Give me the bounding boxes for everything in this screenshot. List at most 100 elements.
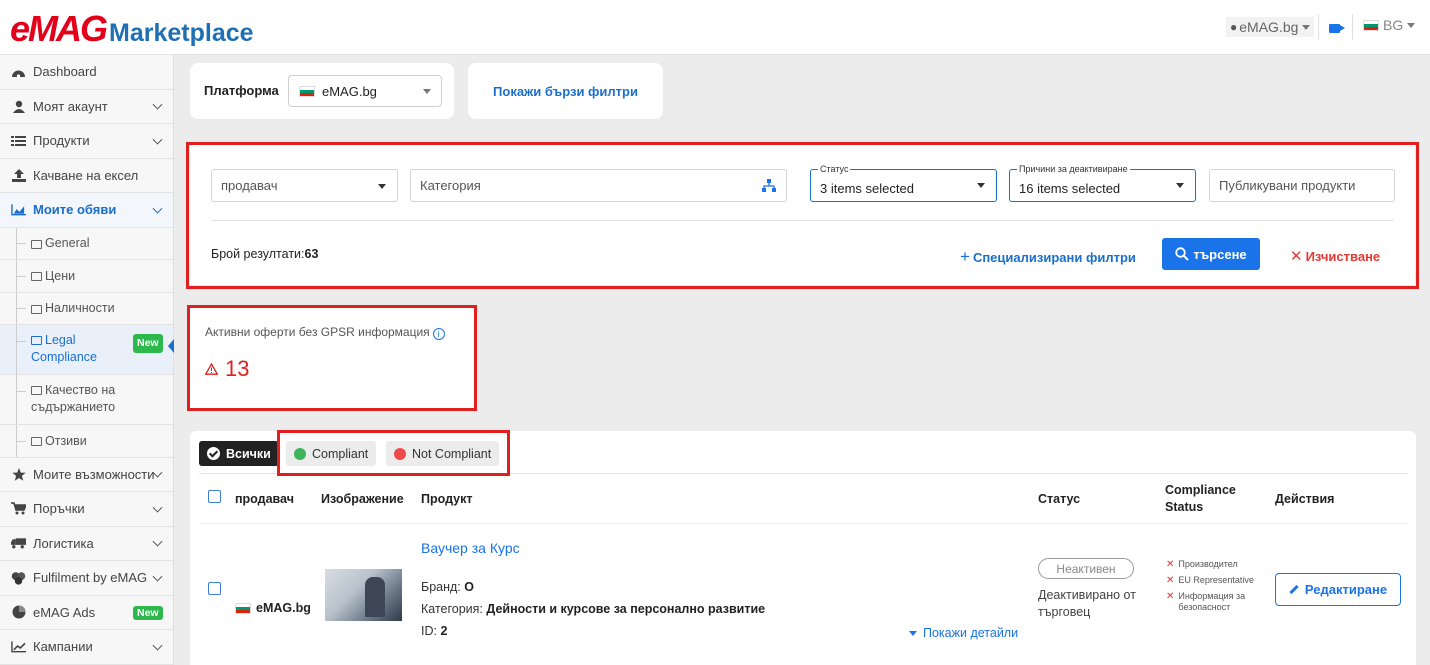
edit-button[interactable]: Редактиране bbox=[1275, 573, 1401, 606]
compliance-issue: ✕ Информация за безопасност bbox=[1166, 591, 1266, 613]
area-chart-icon bbox=[11, 203, 26, 216]
cart-icon bbox=[11, 502, 26, 515]
sidebar-item-my-account[interactable]: Моят акаунт bbox=[0, 89, 173, 124]
folder-icon bbox=[31, 386, 42, 395]
quick-filters-button[interactable]: Покажи бързи филтри bbox=[468, 63, 663, 119]
sidebar: Dashboard Моят акаунт Продукти Качване н… bbox=[0, 55, 174, 665]
product-id: ID: 2 bbox=[421, 624, 447, 638]
pencil-icon bbox=[1289, 584, 1299, 595]
column-header-vendor[interactable]: продавач bbox=[235, 492, 294, 506]
product-thumbnail[interactable] bbox=[325, 569, 402, 621]
caret-down-icon bbox=[1407, 22, 1416, 28]
highlight-frame bbox=[187, 305, 477, 411]
platform-label: Платформа bbox=[204, 83, 279, 98]
compliance-issue-label: Производител bbox=[1178, 559, 1238, 569]
boxes-icon bbox=[11, 571, 26, 585]
status-badge: Неактивен bbox=[1038, 558, 1134, 579]
select-all-checkbox[interactable] bbox=[208, 490, 221, 503]
sidebar-subitem-general[interactable]: General bbox=[0, 227, 173, 260]
logo-main: eMAG bbox=[10, 8, 108, 49]
product-brand-label: Бранд: bbox=[421, 580, 461, 594]
emag-marketplace-logo[interactable]: eMAG Marketplace bbox=[10, 8, 254, 50]
column-header-product[interactable]: Продукт bbox=[421, 492, 473, 506]
sidebar-subitem-label: Качество на съдържанието bbox=[31, 383, 116, 414]
logo-sub: Marketplace bbox=[109, 19, 254, 47]
edit-button-label: Редактиране bbox=[1304, 582, 1388, 597]
chevron-down-icon bbox=[152, 536, 163, 547]
product-category: Категория: Дейности и курсове за персона… bbox=[421, 602, 765, 616]
sidebar-subitem-content-quality[interactable]: Качество на съдържанието bbox=[0, 375, 173, 425]
compliance-issue: ✕ EU Representative bbox=[1166, 575, 1266, 586]
sidebar-item-my-listings[interactable]: Моите обяви bbox=[0, 193, 173, 228]
column-header-status[interactable]: Статус bbox=[1038, 492, 1080, 506]
sidebar-subitem-prices[interactable]: Цени bbox=[0, 260, 173, 293]
sidebar-subitem-reviews[interactable]: Отзиви bbox=[0, 425, 173, 458]
product-category-value: Дейности и курсове за персонално развити… bbox=[486, 602, 766, 616]
chevron-down-icon bbox=[152, 640, 163, 651]
close-icon: ✕ bbox=[1166, 575, 1175, 586]
show-details-link[interactable]: Покажи детайли bbox=[909, 626, 1018, 640]
sidebar-item-emag-ads[interactable]: eMAG Ads New bbox=[0, 595, 173, 630]
column-header-image: Изображение bbox=[321, 492, 404, 506]
bulgaria-flag-icon bbox=[1363, 19, 1379, 31]
sidebar-item-dashboard[interactable]: Dashboard bbox=[0, 55, 173, 90]
sidebar-item-my-opportunities[interactable]: Моите възможности bbox=[0, 457, 173, 492]
bulgaria-flag-icon bbox=[235, 602, 251, 614]
sidebar-item-label: Моят акаунт bbox=[33, 98, 108, 114]
caret-down-icon bbox=[1302, 24, 1311, 30]
selected-indicator bbox=[168, 339, 174, 353]
divider bbox=[199, 523, 1408, 524]
row-checkbox[interactable] bbox=[208, 582, 221, 595]
column-header-actions: Действия bbox=[1275, 492, 1335, 506]
new-badge: New bbox=[133, 605, 163, 620]
list-icon bbox=[11, 134, 26, 147]
site-selector[interactable]: ● eMAG.bg bbox=[1226, 17, 1315, 37]
product-brand-value: O bbox=[464, 580, 474, 594]
platform-select-value: eMAG.bg bbox=[322, 83, 377, 99]
close-icon: ✕ bbox=[1166, 591, 1175, 602]
chevron-down-icon bbox=[152, 502, 163, 513]
folder-icon bbox=[31, 437, 42, 447]
bulgaria-flag-icon bbox=[299, 85, 315, 97]
language-selector[interactable]: BG bbox=[1363, 17, 1416, 33]
sidebar-item-fulfilment[interactable]: Fulfilment by eMAG bbox=[0, 561, 173, 596]
sidebar-item-campaigns[interactable]: Кампании bbox=[0, 630, 173, 665]
folder-icon bbox=[31, 304, 42, 314]
column-header-line: Compliance bbox=[1165, 483, 1236, 497]
line-chart-icon bbox=[11, 640, 26, 653]
product-title-link[interactable]: Ваучер за Курс bbox=[421, 540, 520, 556]
sidebar-subitem-label: Наличности bbox=[45, 301, 115, 316]
close-icon: ✕ bbox=[1166, 559, 1175, 570]
new-badge: New bbox=[133, 334, 163, 353]
sidebar-item-orders[interactable]: Поръчки bbox=[0, 492, 173, 527]
sidebar-subitem-stock[interactable]: Наличности bbox=[0, 292, 173, 325]
sidebar-subitem-label: Отзиви bbox=[45, 433, 87, 448]
tab-all[interactable]: Всички bbox=[199, 441, 279, 466]
site-selector-label: eMAG.bg bbox=[1239, 19, 1299, 35]
product-category-label: Категория: bbox=[421, 602, 483, 616]
check-circle-icon bbox=[207, 447, 220, 460]
sidebar-subitem-legal-compliance[interactable]: Legal Compliance New bbox=[0, 325, 174, 375]
chevron-down-icon bbox=[152, 134, 163, 145]
folder-icon bbox=[31, 336, 42, 345]
divider bbox=[1318, 14, 1319, 40]
chevron-down-icon bbox=[152, 571, 163, 582]
caret-down-icon bbox=[909, 630, 917, 636]
language-label: BG bbox=[1383, 17, 1404, 33]
sidebar-item-label: eMAG Ads bbox=[33, 604, 96, 620]
user-icon bbox=[11, 100, 26, 113]
sidebar-item-logistics[interactable]: Логистика bbox=[0, 526, 173, 561]
video-camera-icon[interactable] bbox=[1329, 24, 1340, 33]
platform-card: Платформа eMAG.bg bbox=[190, 63, 454, 119]
sidebar-item-excel-upload[interactable]: Качване на ексел bbox=[0, 158, 173, 193]
column-header-compliance-status: Compliance Status bbox=[1165, 482, 1236, 516]
sidebar-item-label: Моите обяви bbox=[33, 202, 117, 218]
upload-icon bbox=[11, 168, 26, 182]
sidebar-item-products[interactable]: Продукти bbox=[0, 124, 173, 159]
sidebar-subitem-label: General bbox=[45, 236, 90, 251]
row-vendor-label: eMAG.bg bbox=[256, 601, 311, 615]
platform-select[interactable]: eMAG.bg bbox=[288, 75, 442, 107]
column-header-line: Status bbox=[1165, 500, 1204, 514]
sidebar-subitem-label: Цени bbox=[45, 268, 76, 283]
caret-down-icon bbox=[423, 89, 431, 94]
